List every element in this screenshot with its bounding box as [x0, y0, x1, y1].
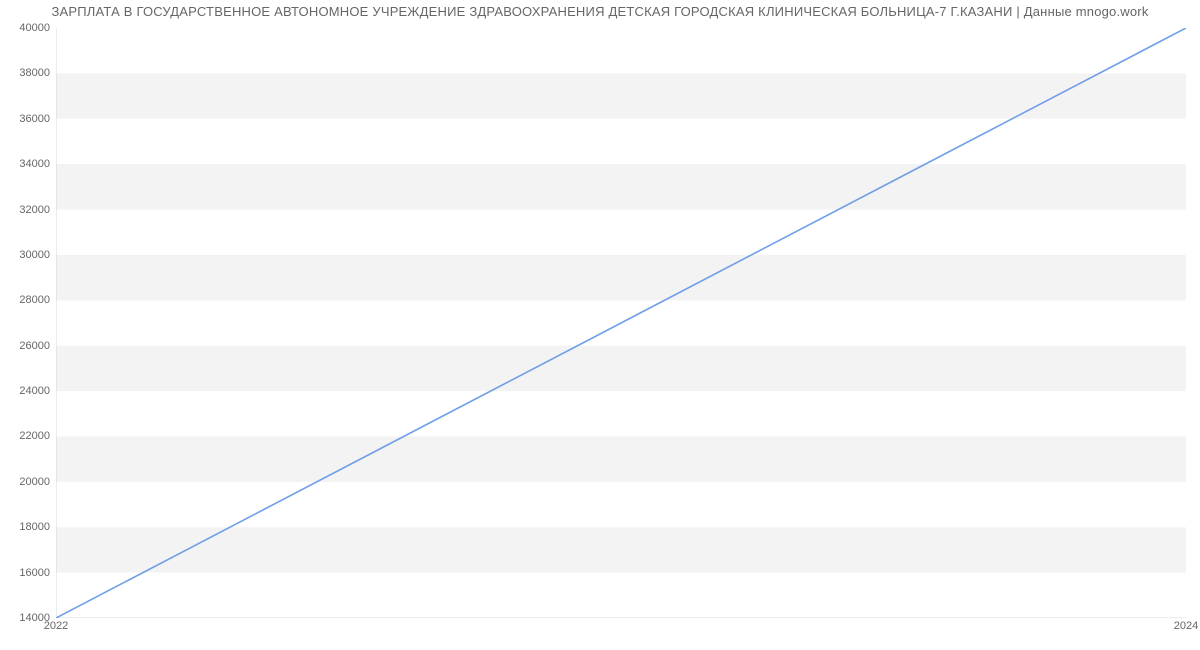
- grid-band: [56, 527, 1186, 572]
- y-tick-label: 32000: [19, 204, 50, 216]
- y-tick-label: 22000: [19, 430, 50, 442]
- y-axis-tick-labels: 1400016000180002000022000240002600028000…: [0, 28, 50, 618]
- chart-title: ЗАРПЛАТА В ГОСУДАРСТВЕННОЕ АВТОНОМНОЕ УЧ…: [0, 4, 1200, 19]
- grid-band: [56, 164, 1186, 209]
- y-tick-label: 40000: [19, 22, 50, 34]
- y-tick-label: 16000: [19, 567, 50, 579]
- y-tick-label: 20000: [19, 476, 50, 488]
- y-tick-label: 26000: [19, 340, 50, 352]
- grid-band: [56, 73, 1186, 118]
- y-tick-label: 36000: [19, 113, 50, 125]
- y-tick-label: 18000: [19, 521, 50, 533]
- x-tick-label: 2024: [1174, 620, 1198, 632]
- y-tick-label: 30000: [19, 249, 50, 261]
- grid-band: [56, 255, 1186, 300]
- x-tick-label: 2022: [44, 620, 68, 632]
- chart-container: ЗАРПЛАТА В ГОСУДАРСТВЕННОЕ АВТОНОМНОЕ УЧ…: [0, 0, 1200, 650]
- x-axis-tick-labels: 20222024: [56, 620, 1186, 640]
- y-tick-label: 28000: [19, 294, 50, 306]
- y-tick-label: 24000: [19, 385, 50, 397]
- y-tick-label: 34000: [19, 158, 50, 170]
- grid-band: [56, 436, 1186, 481]
- y-tick-label: 38000: [19, 67, 50, 79]
- chart-svg: [56, 28, 1186, 618]
- grid-band: [56, 346, 1186, 391]
- plot-area: [56, 28, 1186, 618]
